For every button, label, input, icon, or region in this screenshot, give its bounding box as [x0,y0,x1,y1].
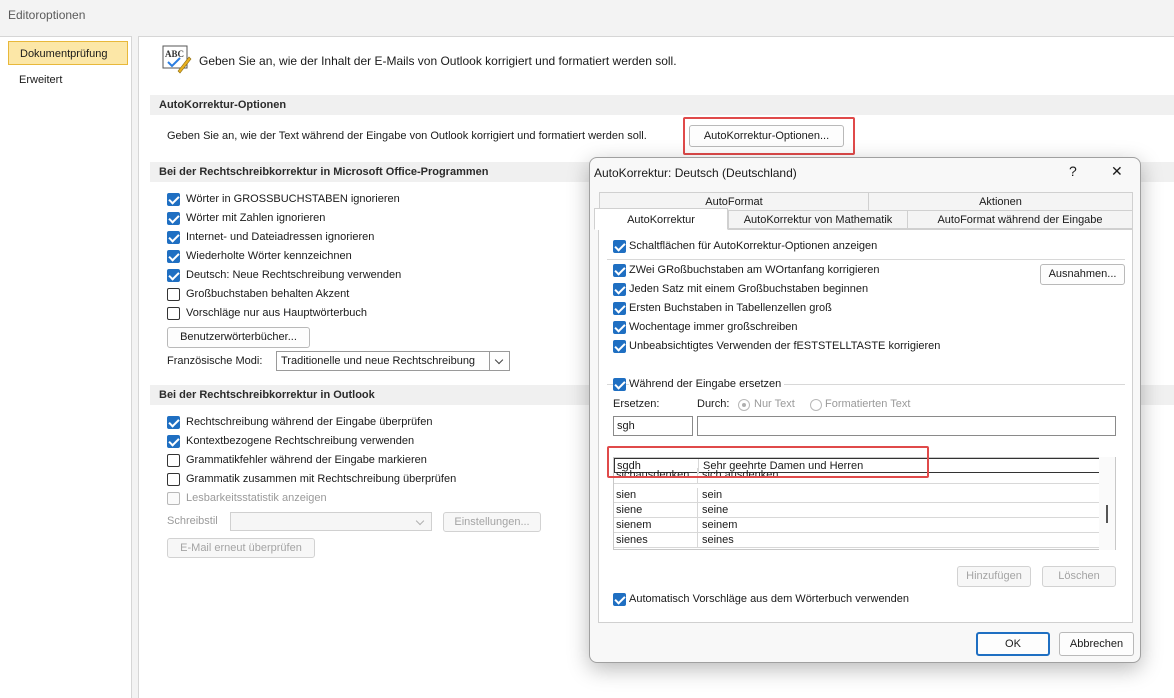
option-grammar-typing-checkbox[interactable] [167,454,180,467]
option-ignore-internet-checkbox[interactable] [167,231,180,244]
sentence-cap-label: Jeden Satz mit einem Großbuchstaben begi… [629,283,869,295]
weekday-cap-label: Wochentage immer großschreiben [629,321,798,333]
autocorrect-description: Geben Sie an, wie der Text während der E… [167,130,647,142]
writing-style-label: Schreibstil [167,515,218,527]
sentence-cap-checkbox[interactable] [613,283,626,296]
list-scrollbar[interactable] [1099,457,1115,550]
sidebar: Dokumentprüfung Erweitert [0,36,132,698]
option-main-dictionary-label: Vorschläge nur aus Hauptwörterbuch [186,307,367,319]
option-ignore-numbers-checkbox[interactable] [167,212,180,225]
option-main-dictionary-checkbox[interactable] [167,307,180,320]
table-cell-cap-label: Ersten Buchstaben in Tabellenzellen groß [629,302,832,314]
replace-while-typing-checkbox[interactable] [613,378,626,391]
option-spell-while-typing-label: Rechtschreibung während der Eingabe über… [186,416,433,428]
window-titlebar: Editoroptionen [0,0,1174,30]
option-ignore-numbers-label: Wörter mit Zahlen ignorieren [186,212,326,224]
formatted-text-label: Formatierten Text [825,398,911,410]
french-modes-label: Französische Modi: [167,355,263,367]
spelling-abc-icon: ABC [162,45,192,74]
help-button[interactable]: ? [1069,163,1077,179]
option-new-spelling-label: Deutsch: Neue Rechtschreibung verwenden [186,269,402,281]
option-uppercase-accent-label: Großbuchstaben behalten Akzent [186,288,350,300]
option-ignore-internet-label: Internet- und Dateiadressen ignorieren [186,231,375,243]
option-ignore-uppercase-checkbox[interactable] [167,193,180,206]
french-modes-value: Traditionelle und neue Rechtschreibung [281,355,476,367]
option-grammar-with-spelling-checkbox[interactable] [167,473,180,486]
sidebar-item-dokumentpruefung[interactable]: Dokumentprüfung [8,41,128,65]
two-initial-caps-label: ZWei GRoßbuchstaben am WOrtanfang korrig… [629,264,880,276]
dictionary-suggestions-label: Automatisch Vorschläge aus dem Wörterbuc… [629,593,910,605]
with-input[interactable] [697,416,1116,436]
dialog-title: AutoKorrektur: Deutsch (Deutschland) [594,166,797,180]
caps-lock-label: Unbeabsichtigtes Verwenden der fESTSTELL… [629,340,941,352]
tab-math-autocorrect[interactable]: AutoKorrektur von Mathematik [728,210,908,229]
option-contextual-spelling-label: Kontextbezogene Rechtschreibung verwende… [186,435,415,447]
option-contextual-spelling-checkbox[interactable] [167,435,180,448]
option-ignore-uppercase-label: Wörter in GROSSBUCHSTABEN ignorieren [186,193,400,205]
tab-actions[interactable]: Aktionen [868,192,1133,211]
show-option-buttons-checkbox[interactable] [613,240,626,253]
list-item[interactable]: sienes seines [614,533,1101,548]
table-cell-cap-checkbox[interactable] [613,302,626,315]
entry-from: sien [614,488,698,503]
option-readability-checkbox [167,492,180,505]
with-label: Durch: [697,398,730,410]
sidebar-item-erweitert[interactable]: Erweitert [8,68,128,92]
delete-entry-button: Löschen [1042,566,1116,587]
option-grammar-typing-label: Grammatikfehler während der Eingabe mark… [186,454,427,466]
chevron-down-icon [411,513,431,530]
intro-text: Geben Sie an, wie der Inhalt der E-Mails… [199,54,677,68]
plain-text-label: Nur Text [754,398,795,410]
add-entry-button: Hinzufügen [957,566,1031,587]
tab-autoformat-typing[interactable]: AutoFormat während der Eingabe [907,210,1133,229]
highlight-sgdh-entry [607,446,929,478]
window-title: Editoroptionen [8,8,86,22]
ok-button[interactable]: OK [976,632,1050,656]
autocorrect-section-title: AutoKorrektur-Optionen [150,95,1174,115]
formatted-text-radio [810,399,822,411]
grammar-settings-button: Einstellungen... [443,512,541,532]
weekday-cap-checkbox[interactable] [613,321,626,334]
svg-text:ABC: ABC [165,49,184,59]
divider [607,259,1125,260]
french-modes-select[interactable]: Traditionelle und neue Rechtschreibung [276,351,510,371]
cancel-button[interactable]: Abbrechen [1059,632,1134,656]
chevron-down-icon [489,352,509,370]
custom-dictionaries-button[interactable]: Benutzerwörterbücher... [167,327,310,348]
caps-lock-checkbox[interactable] [613,340,626,353]
close-icon[interactable]: ✕ [1111,163,1123,180]
entry-to: seine [702,504,729,516]
plain-text-radio [738,399,750,411]
entry-from: siene [614,503,698,518]
exceptions-button[interactable]: Ausnahmen... [1040,264,1125,285]
option-spell-while-typing-checkbox[interactable] [167,416,180,429]
option-grammar-with-spelling-label: Grammatik zusammen mit Rechtschreibung ü… [186,473,457,485]
entry-to: seinem [702,519,738,531]
list-item[interactable]: sien sein [614,488,1101,503]
option-readability-label: Lesbarkeitsstatistik anzeigen [186,492,327,504]
recheck-email-button: E-Mail erneut überprüfen [167,538,315,558]
show-option-buttons-label: Schaltflächen für AutoKorrektur-Optionen… [629,240,878,252]
option-repeated-words-checkbox[interactable] [167,250,180,263]
entry-to: seines [702,534,734,546]
entry-to: sein [702,489,723,501]
tab-autocorrect[interactable]: AutoKorrektur [594,208,728,230]
option-repeated-words-label: Wiederholte Wörter kennzeichnen [186,250,352,262]
highlight-autocorrect-button [683,117,855,155]
list-item[interactable]: siene seine [614,503,1101,518]
replace-label: Ersetzen: [613,398,660,410]
scrollbar-thumb[interactable] [1106,505,1108,523]
option-uppercase-accent-checkbox[interactable] [167,288,180,301]
dictionary-suggestions-checkbox[interactable] [613,593,626,606]
replace-while-typing-label: Während der Eingabe ersetzen [629,378,785,390]
entry-from: sienes [614,533,698,548]
writing-style-select [230,512,432,531]
entry-from: sienem [614,518,698,533]
option-new-spelling-checkbox[interactable] [167,269,180,282]
two-initial-caps-checkbox[interactable] [613,264,626,277]
list-item[interactable]: sienem seinem [614,518,1101,533]
replace-input[interactable]: sgh [613,416,693,436]
